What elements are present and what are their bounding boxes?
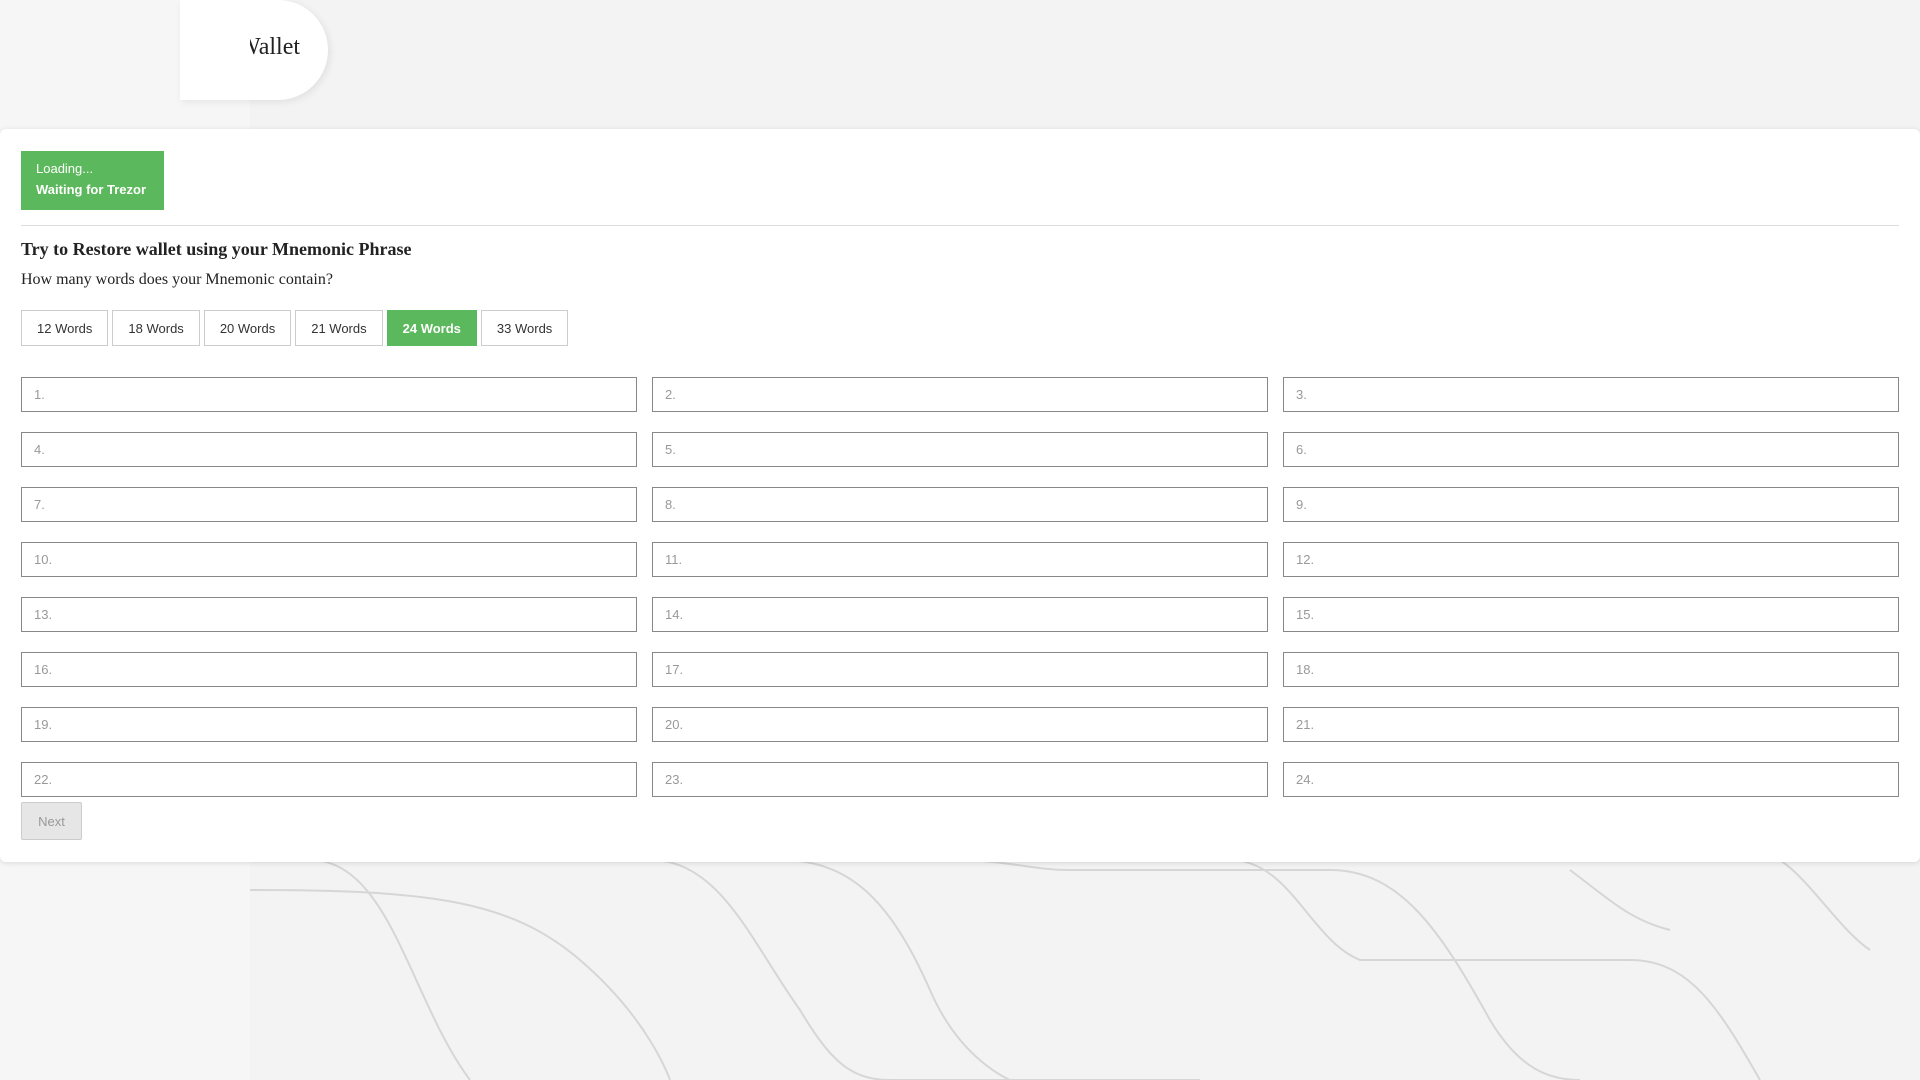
mnemonic-word-input-22[interactable] <box>21 762 637 797</box>
mnemonic-word-input-23[interactable] <box>652 762 1268 797</box>
mnemonic-word-input-14[interactable] <box>652 597 1268 632</box>
mnemonic-word-input-8[interactable] <box>652 487 1268 522</box>
mnemonic-word-input-18[interactable] <box>1283 652 1899 687</box>
word-count-button-21[interactable]: 21 Words <box>295 310 383 346</box>
mnemonic-word-input-1[interactable] <box>21 377 637 412</box>
mnemonic-word-input-12[interactable] <box>1283 542 1899 577</box>
header-pill: Wallet <box>180 0 328 100</box>
mnemonic-word-input-13[interactable] <box>21 597 637 632</box>
mnemonic-word-input-16[interactable] <box>21 652 637 687</box>
mnemonic-word-input-15[interactable] <box>1283 597 1899 632</box>
mnemonic-inputs <box>21 377 1899 797</box>
divider <box>21 225 1899 226</box>
word-count-button-20[interactable]: 20 Words <box>203 310 292 346</box>
word-count-selector: 12 Words 18 Words 20 Words 21 Words 24 W… <box>21 310 569 346</box>
mnemonic-word-input-17[interactable] <box>652 652 1268 687</box>
word-count-button-24[interactable]: 24 Words <box>386 310 477 346</box>
mnemonic-word-input-21[interactable] <box>1283 707 1899 742</box>
mnemonic-word-input-10[interactable] <box>21 542 637 577</box>
mnemonic-word-input-2[interactable] <box>652 377 1268 412</box>
mnemonic-word-input-4[interactable] <box>21 432 637 467</box>
status-box: Loading... Waiting for Trezor <box>21 151 164 210</box>
mnemonic-word-input-7[interactable] <box>21 487 637 522</box>
word-count-button-12[interactable]: 12 Words <box>21 310 109 346</box>
mnemonic-word-input-3[interactable] <box>1283 377 1899 412</box>
word-count-button-18[interactable]: 18 Words <box>112 310 200 346</box>
mnemonic-word-input-19[interactable] <box>21 707 637 742</box>
word-count-button-33[interactable]: 33 Words <box>480 310 569 346</box>
page: Wallet Loading... Waiting for Trezor Try… <box>0 0 1920 1080</box>
mnemonic-word-input-5[interactable] <box>652 432 1268 467</box>
mnemonic-word-input-9[interactable] <box>1283 487 1899 522</box>
word-count-question: How many words does your Mnemonic contai… <box>21 271 333 288</box>
page-title: Try to Restore wallet using your Mnemoni… <box>21 239 412 259</box>
status-loading-text: Loading... <box>36 161 94 176</box>
mnemonic-word-input-24[interactable] <box>1283 762 1899 797</box>
mnemonic-word-input-20[interactable] <box>652 707 1268 742</box>
mnemonic-word-input-11[interactable] <box>652 542 1268 577</box>
restore-card: Loading... Waiting for Trezor Try to Res… <box>0 129 1920 862</box>
next-button[interactable]: Next <box>21 802 82 840</box>
status-waiting-text: Waiting for Trezor <box>36 182 147 197</box>
mnemonic-word-input-6[interactable] <box>1283 432 1899 467</box>
